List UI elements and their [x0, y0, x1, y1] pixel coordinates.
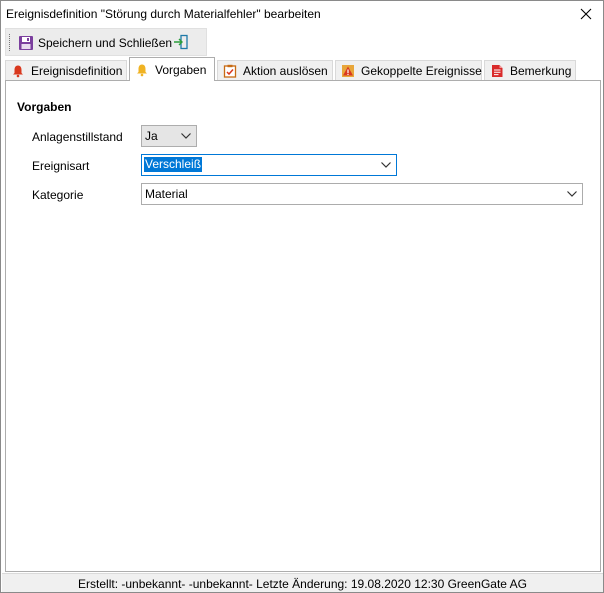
- save-icon: [19, 36, 33, 50]
- exit-button[interactable]: [173, 34, 189, 50]
- kategorie-select[interactable]: Material: [141, 183, 583, 205]
- status-bar: Erstellt: -unbekannt- -unbekannt- Letzte…: [2, 573, 603, 592]
- anlagenstillstand-select[interactable]: Ja: [141, 125, 197, 147]
- tab-label: Aktion auslösen: [243, 63, 328, 78]
- toolbar-grip[interactable]: [9, 34, 12, 51]
- close-icon: [580, 8, 592, 20]
- chevron-down-icon: [181, 133, 191, 139]
- status-text: Erstellt: -unbekannt- -unbekannt- Letzte…: [78, 577, 527, 591]
- linked-events-icon: [342, 64, 354, 77]
- exit-door-icon: [174, 34, 188, 50]
- note-icon: [492, 64, 503, 77]
- tab-label: Gekoppelte Ereignisse: [361, 63, 482, 78]
- group-title: Vorgaben: [17, 100, 72, 114]
- anlagenstillstand-value: Ja: [145, 129, 158, 143]
- ereignisart-select[interactable]: Verschleiß: [141, 154, 397, 176]
- tab-aktion-ausloesen[interactable]: Aktion auslösen: [217, 60, 333, 80]
- save-and-close-button[interactable]: Speichern und Schließen: [18, 33, 172, 53]
- checklist-icon: [223, 64, 237, 78]
- tab-bemerkung[interactable]: Bemerkung: [484, 60, 576, 80]
- chevron-down-icon: [381, 162, 391, 168]
- kategorie-value: Material: [145, 187, 188, 201]
- ereignisart-value: Verschleiß: [144, 157, 203, 172]
- kategorie-label: Kategorie: [32, 188, 84, 202]
- tab-ereignisdefinition[interactable]: Ereignisdefinition: [5, 60, 127, 80]
- title-bar: Ereignisdefinition "Störung durch Materi…: [1, 1, 603, 27]
- window-title: Ereignisdefinition "Störung durch Materi…: [6, 7, 321, 21]
- save-and-close-label: Speichern und Schließen: [38, 36, 173, 50]
- tab-gekoppelte-ereignisse[interactable]: Gekoppelte Ereignisse: [335, 60, 482, 80]
- ereignisart-label: Ereignisart: [32, 159, 90, 173]
- anlagenstillstand-label: Anlagenstillstand: [32, 130, 123, 144]
- tab-label: Bemerkung: [510, 63, 572, 78]
- yellow-bell-icon: [137, 64, 147, 76]
- chevron-down-icon: [567, 191, 577, 197]
- vorgaben-panel: Vorgaben Anlagenstillstand Ja Ereignisar…: [5, 80, 601, 572]
- dialog-window: Ereignisdefinition "Störung durch Materi…: [0, 0, 604, 593]
- tab-label: Ereignisdefinition: [31, 63, 123, 78]
- red-bell-icon: [13, 65, 23, 77]
- tab-label: Vorgaben: [155, 62, 207, 77]
- tab-strip: Ereignisdefinition Vorgaben Aktion auslö…: [5, 57, 601, 81]
- tab-vorgaben[interactable]: Vorgaben: [129, 57, 215, 81]
- close-button[interactable]: [577, 5, 595, 23]
- toolbar: Speichern und Schließen: [5, 28, 207, 56]
